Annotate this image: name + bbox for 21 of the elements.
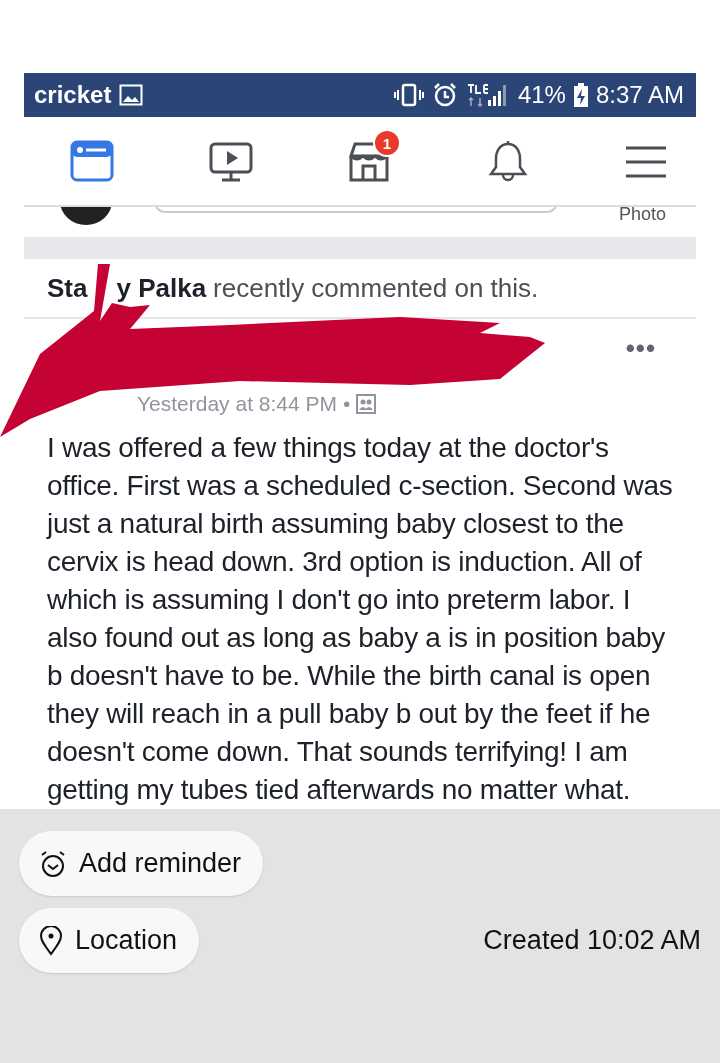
battery-charging-icon	[573, 83, 588, 107]
post-text: I was offered a few things today at the doctor's office. First was a scheduled c-section. Second was just a natural birth assuming baby closest to the cervix is head down. 3rd option is induction. All of which is assuming I don't go into preterm labor. I also found out as long as baby a is in position baby b doesn't have to be. While the birth canal is open they will reach in a pull baby b out by the feet if he doesn't come down. That sounds terrifying! I am getting my tubes tied afterwards no matter what.	[47, 431, 674, 807]
add-reminder-button[interactable]: Add reminder	[19, 831, 264, 896]
activity-text: recently commented on this.	[213, 272, 539, 304]
battery-percent: 41%	[517, 81, 566, 109]
photo-label[interactable]: Photo	[618, 207, 666, 224]
commenter-name[interactable]: y Palka	[116, 272, 207, 304]
location-pin-icon	[39, 925, 63, 956]
carrier-name: cricket	[34, 81, 112, 109]
location-button[interactable]: Location	[19, 908, 200, 973]
news-feed-icon	[68, 138, 116, 184]
image-icon	[119, 84, 144, 106]
created-time: Created 10:02 AM	[483, 925, 701, 956]
vibrate-icon	[393, 83, 424, 107]
clock-time: 8:37 AM	[595, 81, 684, 109]
notification-badge: 1	[373, 129, 401, 157]
group-icon	[356, 394, 377, 414]
alarm-clock-icon	[39, 849, 67, 878]
separator-dot: •	[343, 392, 351, 416]
commenter-name[interactable]: Sta	[47, 272, 88, 304]
more-options-button[interactable]: •••	[625, 341, 656, 355]
